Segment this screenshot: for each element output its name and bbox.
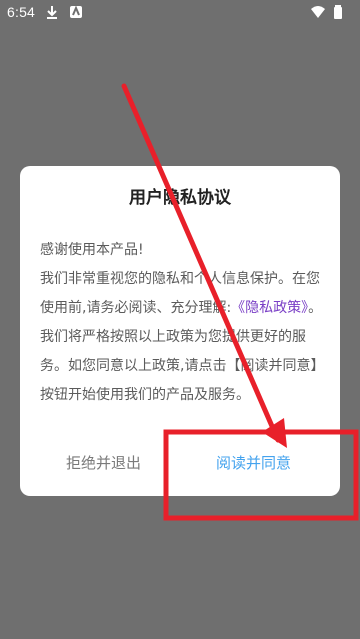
app-icon — [68, 4, 84, 20]
dialog-body: 感谢使用本产品! 我们非常重视您的隐私和个人信息保护。在您使用前,请务必阅读、充… — [40, 236, 325, 410]
policy-paragraph: 我们非常重视您的隐私和个人信息保护。在您使用前,请务必阅读、充分理解:《隐私政策… — [40, 265, 325, 410]
dialog-title: 用户隐私协议 — [129, 188, 231, 208]
wifi-icon — [310, 4, 326, 20]
reject-exit-button[interactable]: 拒绝并退出 — [66, 452, 141, 473]
status-time: 6:54 — [7, 4, 36, 20]
privacy-policy-link[interactable]: 《隐私政策》 — [231, 300, 308, 316]
privacy-dialog: 用户隐私协议 感谢使用本产品! 我们非常重视您的隐私和个人信息保护。在您使用前,… — [20, 166, 340, 496]
battery-icon — [330, 4, 346, 20]
download-icon — [44, 4, 60, 20]
greeting-text: 感谢使用本产品! — [40, 242, 144, 258]
read-agree-button[interactable]: 阅读并同意 — [216, 452, 291, 473]
status-bar: 6:54 — [0, 0, 360, 26]
